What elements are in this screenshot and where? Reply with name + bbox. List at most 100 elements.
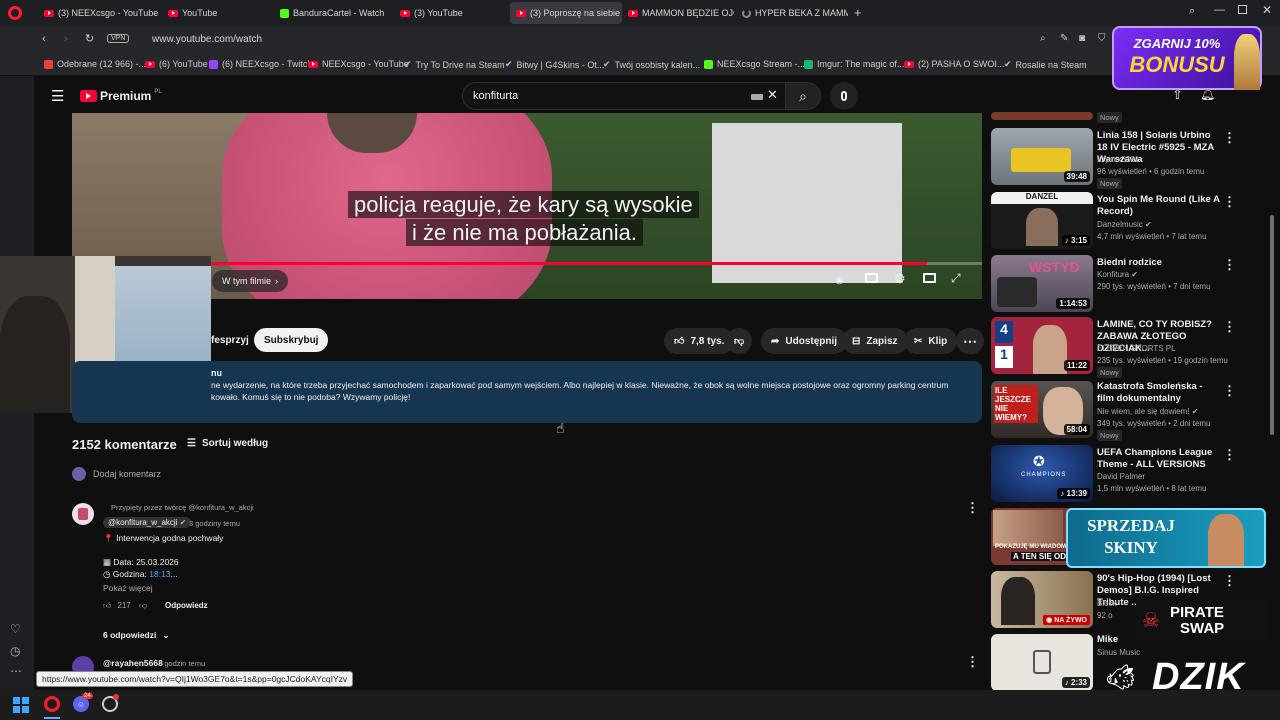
reload-icon[interactable]: ↻ (85, 32, 94, 45)
bookmark-gmail[interactable]: Odebrane (12 966) -... (44, 59, 146, 69)
bookmark-imgur[interactable]: Imgur: The magic of... (804, 59, 904, 69)
vpn-badge[interactable]: VPN (107, 34, 130, 43)
more-actions-button[interactable]: ⋯ (956, 328, 984, 354)
tab-poprosze[interactable]: (3) Poproszę na siebie - Yo (510, 2, 622, 24)
back-icon[interactable]: ‹ (42, 33, 46, 45)
tab-bandura[interactable]: BanduraCartel - Watch cli (274, 2, 386, 24)
reply-button[interactable]: Odpowiedz (165, 601, 208, 610)
youtube-logo[interactable]: Premium PL (80, 89, 162, 103)
related-more-icon[interactable] (1223, 573, 1227, 585)
bookmark-youtube[interactable]: (6) YouTube (145, 59, 208, 69)
tab-youtube[interactable]: YouTube (162, 2, 272, 24)
search-page-icon[interactable]: ⌕ (1040, 33, 1046, 44)
related-more-icon[interactable] (1223, 319, 1227, 331)
history-icon[interactable]: ◷ (10, 644, 20, 658)
related-more-icon[interactable] (1223, 194, 1227, 206)
related-channel[interactable]: Nie wiem, ale się dowiem! ✔ (1097, 406, 1227, 417)
camera-icon[interactable]: ◙ (1079, 33, 1085, 44)
related-title[interactable]: Biedni rodzice (1097, 257, 1221, 269)
heart-icon[interactable]: ♡ (10, 622, 21, 636)
related-title[interactable]: You Spin Me Round (Like A Record) (1097, 194, 1221, 218)
replies-toggle[interactable]: 6 odpowiedzi ⌄ (103, 630, 170, 641)
show-more-link[interactable]: Pokaż więcej (103, 583, 153, 593)
opera-taskbar-icon[interactable] (44, 696, 60, 712)
comment-more-icon[interactable]: ⋮ (966, 500, 979, 516)
clip-button[interactable]: ✂ Klip (904, 328, 958, 354)
related-thumbnail[interactable]: ✪ CHAMPIONS ♪ 13:39 (991, 445, 1093, 502)
like-button[interactable]: 👍︎ 7,8 tys. (664, 328, 735, 354)
bookmark-rosalie[interactable]: ✔ Rosalie na Steam (1004, 59, 1087, 70)
search-tabs-icon[interactable]: ⌕ (1189, 5, 1195, 18)
comment-author[interactable]: @rayahen5668 (103, 658, 163, 668)
related-more-icon[interactable] (1223, 130, 1227, 142)
related-more-icon[interactable] (1223, 257, 1227, 269)
autoplay-icon[interactable]: ◉ (835, 275, 844, 286)
related-more-icon[interactable] (1223, 383, 1227, 395)
related-thumbnail[interactable]: ◉ NA ŻYWO (991, 571, 1093, 628)
close-window-button[interactable]: ✕ (1262, 3, 1272, 17)
bookmark-g4skins[interactable]: ✔ Bitwy | G4Skins - Ot... (505, 59, 604, 70)
description-box[interactable] (72, 361, 982, 423)
comment-author-chip[interactable]: @konfitura_w_akcji ✔ (103, 517, 192, 528)
windows-start-icon[interactable] (13, 697, 29, 713)
bookmark-steam[interactable]: ✔ Try To Drive na Steam (404, 59, 505, 70)
comment-more-icon[interactable]: ⋮ (966, 654, 979, 670)
menu-icon[interactable]: ☰ (51, 87, 64, 105)
bookmark-twitch[interactable]: (6) NEEXcsgo - Twitch (209, 59, 312, 69)
forward-icon[interactable]: › (64, 33, 68, 45)
related-thumbnail[interactable]: 39:48 (991, 128, 1093, 185)
avatar[interactable] (72, 503, 94, 525)
comment-time[interactable]: 3 godziny temu (189, 519, 240, 528)
related-channel[interactable]: David Palmer (1097, 471, 1227, 482)
related-more-icon[interactable] (1223, 447, 1227, 459)
related-title[interactable]: Katastrofa Smoleńska - film dokumentalny (1097, 381, 1221, 405)
related-thumbnail[interactable]: ILE JESZCZE NIE WIEMY? 58:04 (991, 381, 1093, 438)
search-button[interactable]: ⌕ (785, 82, 821, 110)
voice-search-button[interactable] (830, 82, 858, 110)
related-channel[interactable]: Konfitura ✔ (1097, 269, 1227, 280)
fullscreen-icon[interactable]: ⤢ (951, 271, 961, 286)
new-tab-button[interactable]: + (854, 5, 862, 20)
channel-name-partial[interactable]: fesprzyj (211, 335, 249, 346)
clear-search-icon[interactable]: ✕ (767, 87, 778, 103)
related-channel[interactable]: Danzelmusic ✔ (1097, 219, 1227, 230)
comment-time[interactable]: 7 godzin temu (158, 659, 205, 668)
edit-icon[interactable]: ✎ (1060, 33, 1068, 44)
subtitles-icon[interactable] (865, 273, 878, 283)
sort-comments-button[interactable]: ☰ Sortuj według (187, 438, 268, 449)
more-icon[interactable]: ⋯ (10, 664, 22, 678)
search-input[interactable]: konfiturta ✕ (462, 82, 786, 110)
save-button[interactable]: ⊟ Zapisz (842, 328, 908, 354)
miniplayer-icon[interactable] (923, 273, 936, 283)
url-field[interactable]: www.youtube.com/watch (152, 34, 262, 45)
bookmark-pasha[interactable]: (2) PASHA O SWOI... (904, 59, 1004, 69)
tab-hyper-beka[interactable]: HYPER BEKA Z MAMMON (736, 2, 848, 24)
tab-mammon[interactable]: MAMMON BĘDZIE OJCEM (622, 2, 734, 24)
maximize-button[interactable] (1238, 5, 1247, 14)
shield-icon[interactable]: ⛉ (1098, 33, 1106, 44)
in-video-chip[interactable]: W tym filmie › (212, 270, 288, 292)
share-button[interactable]: ➦ Udostępnij (761, 328, 848, 354)
add-comment-input[interactable]: Dodaj komentarz (93, 469, 161, 479)
bookmark-neex-stream[interactable]: NEEXcsgo Stream -... (704, 59, 805, 69)
settings-gear-icon[interactable]: ⚙ (894, 271, 906, 287)
related-title[interactable]: UEFA Champions League Theme - ALL VERSIO… (1097, 447, 1221, 471)
dislike-button[interactable]: 👎︎ (726, 328, 753, 354)
comment-like-button[interactable]: 👍︎ 217 (103, 601, 131, 611)
tab-neexcsgo[interactable]: (3) NEEXcsgo - YouTube (38, 2, 158, 24)
bookmark-calendar[interactable]: ✔ Twój osobisty kalen... (603, 59, 700, 70)
comment-dislike-button[interactable]: 👎︎ (139, 601, 147, 611)
scrollbar[interactable] (1270, 215, 1274, 435)
related-channel[interactable]: szymix3331 (1097, 154, 1227, 165)
related-channel[interactable]: ELEVEN SPORTS PL (1097, 343, 1227, 354)
timestamp-link[interactable]: 18:13 (149, 569, 170, 579)
keyboard-icon[interactable] (751, 94, 763, 100)
bookmark-neexcsgo[interactable]: NEEXcsgo - YouTube (308, 59, 409, 69)
related-thumbnail[interactable]: ♪ 2:33 (991, 634, 1093, 691)
opera-logo-icon[interactable] (8, 6, 22, 20)
related-thumbnail[interactable]: DANZEL ♪ 3:15 (991, 192, 1093, 249)
tab-youtube-3[interactable]: (3) YouTube (394, 2, 506, 24)
subscribe-button[interactable]: Subskrybuj (254, 328, 329, 352)
related-thumbnail[interactable] (991, 112, 1093, 120)
minimize-button[interactable]: — (1214, 4, 1225, 16)
